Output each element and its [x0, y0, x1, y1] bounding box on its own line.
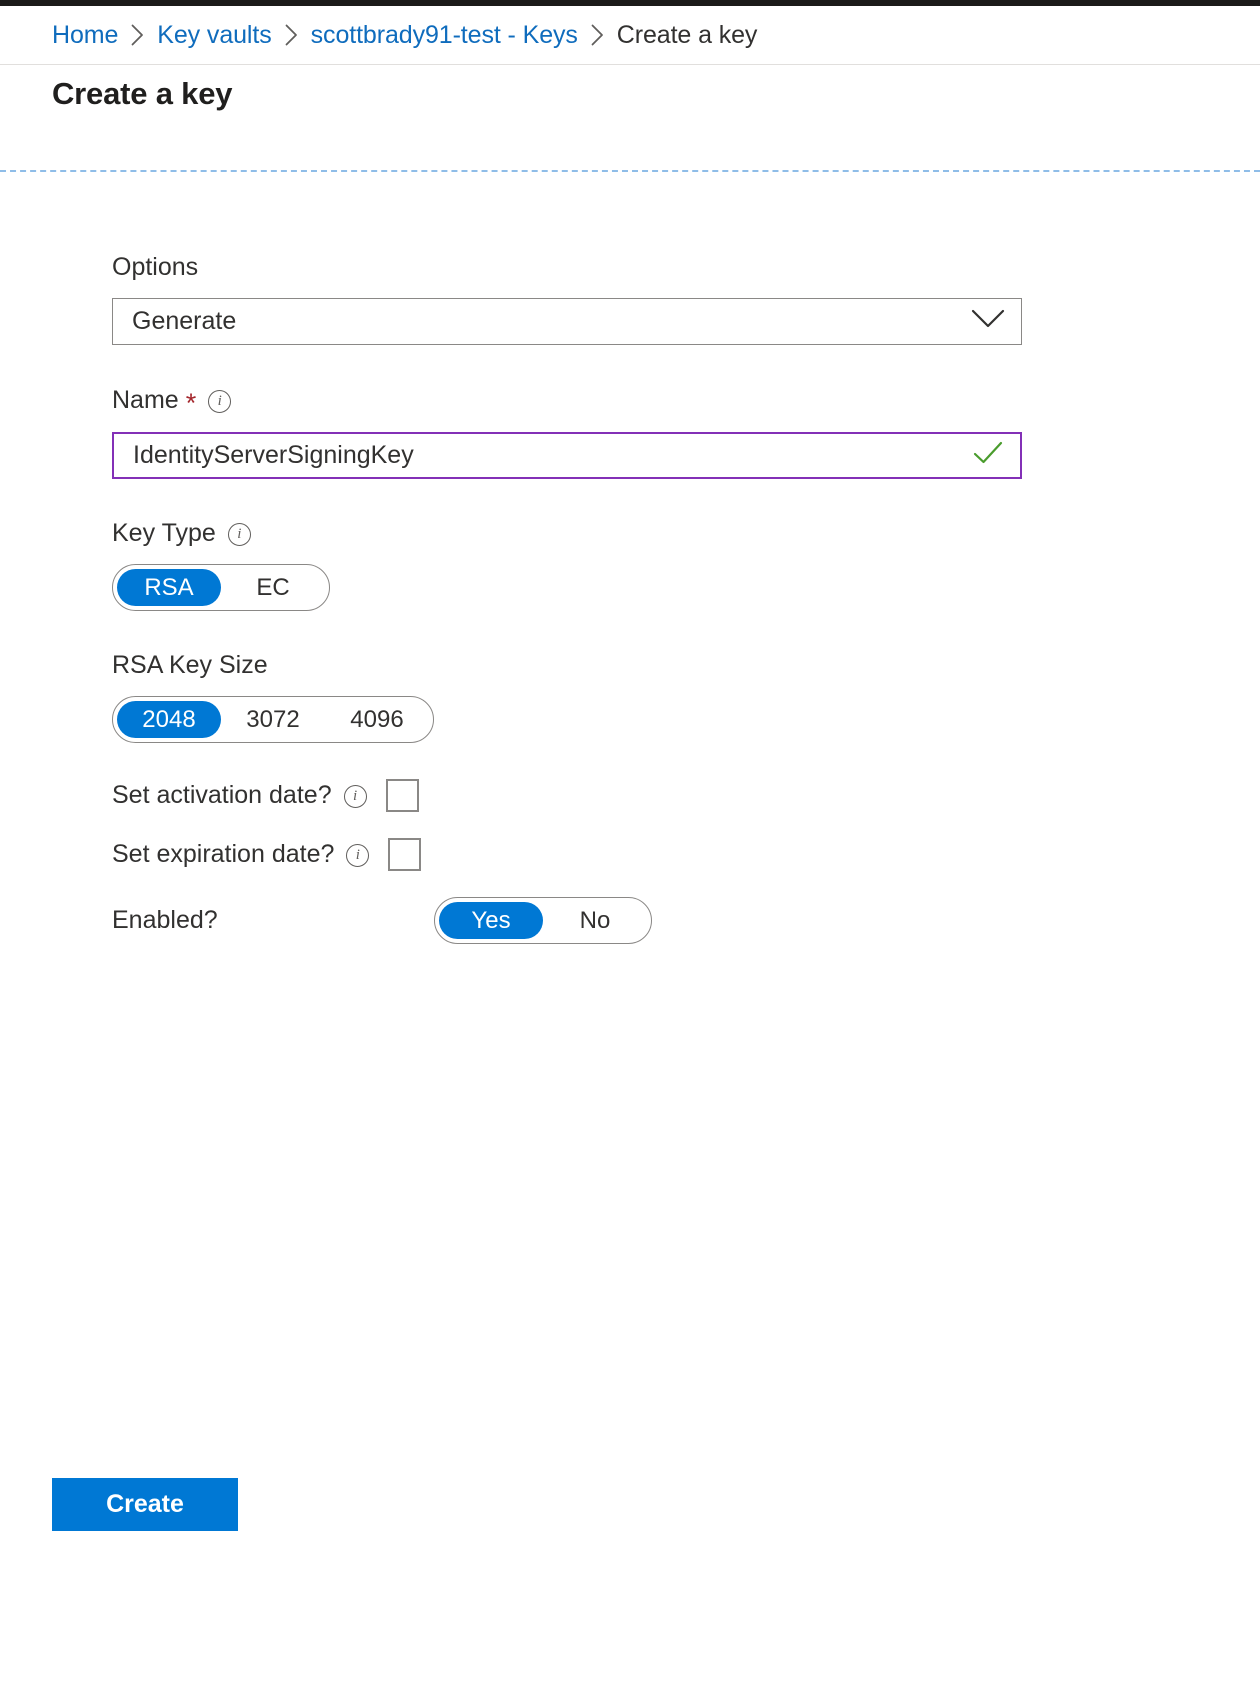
rsa-key-size-label: RSA Key Size [112, 651, 268, 679]
key-type-toggle-group: RSA EC [112, 564, 330, 611]
key-type-label: Key Type [112, 519, 216, 547]
enabled-label: Enabled? [112, 906, 218, 934]
key-type-option-rsa[interactable]: RSA [117, 569, 221, 606]
breadcrumb-item-home[interactable]: Home [52, 22, 118, 48]
options-field: Options Generate [112, 255, 1112, 345]
key-type-label-row: Key Type i [112, 521, 1112, 546]
checkmark-icon [973, 441, 1003, 470]
name-field: Name * i IdentityServerSigningKey [112, 387, 1112, 479]
page-title: Create a key [52, 76, 233, 111]
set-expiration-date-label: Set expiration date? [112, 840, 335, 868]
enabled-toggle-group: Yes No [434, 897, 652, 944]
info-icon[interactable]: i [227, 523, 251, 546]
rsa-key-size-option-3072[interactable]: 3072 [221, 701, 325, 738]
breadcrumb-item-key-vaults[interactable]: Key vaults [157, 22, 271, 48]
breadcrumb-item-create-a-key: Create a key [616, 20, 758, 49]
content-top-divider [0, 170, 1260, 172]
name-label: Name [112, 386, 179, 414]
name-label-row: Name * i [112, 386, 1112, 418]
rsa-key-size-field: RSA Key Size 2048 3072 4096 [112, 653, 1112, 743]
create-button[interactable]: Create [52, 1478, 238, 1531]
chevron-right-icon [591, 24, 604, 46]
name-input-value: IdentityServerSigningKey [133, 441, 414, 469]
set-expiration-date-checkbox[interactable] [388, 838, 422, 871]
set-activation-date-checkbox[interactable] [385, 779, 419, 812]
set-activation-date-field: Set activation date? i [112, 779, 1112, 812]
chevron-right-icon [285, 24, 298, 46]
rsa-key-size-option-4096[interactable]: 4096 [325, 701, 429, 738]
rsa-key-size-toggle-group: 2048 3072 4096 [112, 696, 434, 743]
blade-footer: Create [0, 1426, 1260, 1697]
options-label: Options [112, 253, 199, 281]
rsa-key-size-label-row: RSA Key Size [112, 653, 1112, 678]
key-type-field: Key Type i RSA EC [112, 521, 1112, 611]
set-expiration-date-field: Set expiration date? i [112, 838, 1112, 871]
create-key-form: Options Generate Name * i IdentityServer… [112, 255, 1112, 944]
enabled-field: Enabled? Yes No [112, 897, 1112, 944]
info-icon[interactable]: i [343, 785, 367, 808]
set-activation-date-label: Set activation date? [112, 781, 332, 809]
rsa-key-size-option-2048[interactable]: 2048 [117, 701, 221, 738]
options-dropdown[interactable]: Generate [112, 298, 1022, 345]
set-activation-date-label-row: Set activation date? i [112, 783, 367, 808]
name-input[interactable]: IdentityServerSigningKey [112, 432, 1022, 479]
info-icon[interactable]: i [208, 390, 232, 413]
chevron-right-icon [131, 24, 144, 46]
chevron-down-icon [971, 309, 1005, 334]
enabled-option-yes[interactable]: Yes [439, 902, 543, 939]
set-expiration-date-label-row: Set expiration date? i [112, 840, 370, 868]
required-asterisk: * [185, 388, 197, 418]
enabled-option-no[interactable]: No [543, 902, 647, 939]
info-icon[interactable]: i [346, 844, 370, 867]
options-label-row: Options [112, 255, 1112, 280]
key-type-option-ec[interactable]: EC [221, 569, 325, 606]
breadcrumb-item-vault-keys[interactable]: scottbrady91-test - Keys [311, 22, 578, 48]
breadcrumb: Home Key vaults scottbrady91-test - Keys… [0, 6, 1260, 65]
options-dropdown-value: Generate [132, 307, 237, 335]
